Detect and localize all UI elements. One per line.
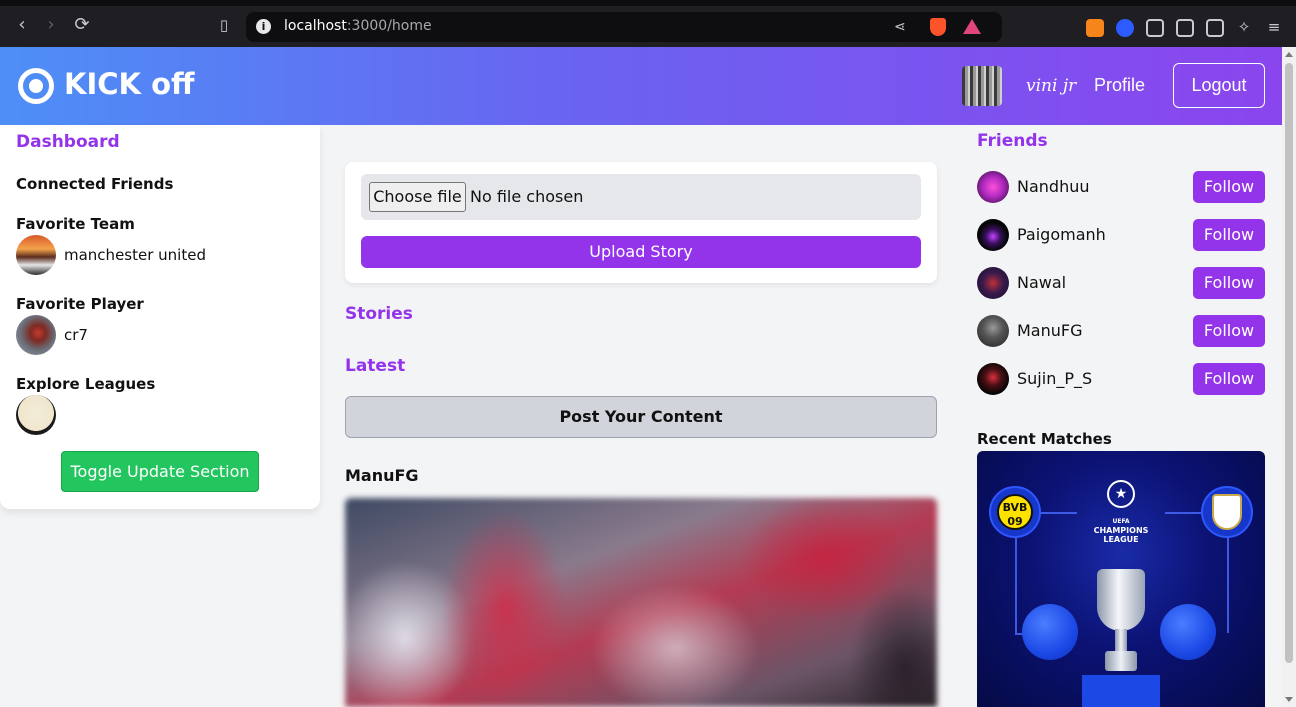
friend-name[interactable]: Sujin_P_S: [1017, 369, 1092, 388]
puzzle-icon[interactable]: [1146, 19, 1164, 37]
upload-story-button[interactable]: Upload Story: [361, 236, 921, 268]
latest-heading: Latest: [345, 356, 406, 376]
scroll-down-icon[interactable]: [1285, 697, 1293, 702]
file-input[interactable]: Choose file No file chosen: [361, 174, 921, 220]
brave-rewards-icon[interactable]: [963, 19, 981, 34]
league-icon[interactable]: [16, 395, 56, 435]
reload-icon[interactable]: ⟳: [72, 15, 92, 35]
address-bar[interactable]: i localhost:3000/home ⋖: [246, 12, 1002, 42]
upload-story-card: Choose file No file chosen Upload Story: [345, 162, 937, 283]
extension-icon[interactable]: [1116, 19, 1134, 37]
team-avatar: [16, 235, 56, 275]
real-madrid-crest-icon: [1212, 494, 1242, 530]
dortmund-badge-text: BVB 09: [997, 494, 1033, 530]
site-info-icon[interactable]: i: [256, 19, 271, 34]
friend-avatar[interactable]: [977, 363, 1009, 395]
friend-avatar[interactable]: [977, 315, 1009, 347]
friend-name[interactable]: ManuFG: [1017, 321, 1083, 340]
brand-title[interactable]: KICK off: [64, 67, 195, 101]
favorite-team-name[interactable]: manchester united: [64, 246, 206, 264]
follow-button[interactable]: Follow: [1193, 363, 1265, 395]
friend-avatar[interactable]: [977, 171, 1009, 203]
explore-leagues-heading: Explore Leagues: [16, 375, 156, 393]
friend-name[interactable]: Paigomanh: [1017, 225, 1106, 244]
favorite-player-heading: Favorite Player: [16, 295, 144, 313]
friend-row: Nandhuu Follow: [977, 171, 1265, 203]
ucl-starball-icon: ★: [1107, 480, 1135, 508]
choose-file-button[interactable]: Choose file: [369, 182, 466, 212]
app-header: KICK off vini jr Profile Logout: [0, 47, 1282, 125]
bracket-line: [1015, 538, 1017, 633]
trophy-stem: [1115, 629, 1127, 653]
ucl-wordmark: UEFA CHAMPIONS LEAGUE: [1082, 517, 1160, 544]
leo-icon[interactable]: ✧: [1234, 17, 1254, 37]
favorite-team-heading: Favorite Team: [16, 215, 135, 233]
browser-chrome: ‹ › ⟳ ▯ i localhost:3000/home ⋖ ✧ ≡: [0, 0, 1296, 47]
left-sidebar: Dashboard Connected Friends Favorite Tea…: [0, 125, 320, 509]
friend-row: Paigomanh Follow: [977, 219, 1265, 251]
ucl-small-text: UEFA: [1112, 518, 1130, 525]
back-icon[interactable]: ‹: [12, 15, 32, 35]
friend-name[interactable]: Nawal: [1017, 273, 1066, 292]
follow-button[interactable]: Follow: [1193, 267, 1265, 299]
share-icon[interactable]: ⋖: [894, 19, 906, 35]
no-file-text: No file chosen: [470, 187, 584, 206]
scroll-up-icon[interactable]: [1285, 52, 1293, 57]
follow-button[interactable]: Follow: [1193, 315, 1265, 347]
ball-icon: [1160, 604, 1216, 660]
dashboard-title: Dashboard: [16, 132, 120, 152]
url-text: localhost:3000/home: [284, 18, 432, 34]
url-path: :3000/home: [346, 18, 432, 34]
brave-shield-icon[interactable]: [930, 18, 946, 36]
friend-avatar[interactable]: [977, 267, 1009, 299]
username: vini jr: [1026, 76, 1077, 96]
post-content-button[interactable]: Post Your Content: [345, 396, 937, 438]
logo-icon[interactable]: [18, 68, 54, 104]
recent-matches-heading: Recent Matches: [977, 430, 1112, 448]
trophy-icon: [1091, 569, 1151, 679]
stories-heading: Stories: [345, 304, 413, 324]
page-scrollbar[interactable]: [1282, 47, 1296, 707]
friends-heading: Friends: [977, 131, 1048, 151]
friend-row: ManuFG Follow: [977, 315, 1265, 347]
favorite-player-name[interactable]: cr7: [64, 326, 88, 344]
follow-button[interactable]: Follow: [1193, 219, 1265, 251]
player-avatar: [16, 315, 56, 355]
bracket-line: [1165, 512, 1201, 514]
sidebar-icon[interactable]: [1176, 19, 1194, 37]
menu-icon[interactable]: ≡: [1264, 17, 1284, 37]
recent-match-card[interactable]: BVB 09 ★ UEFA CHAMPIONS LEAGUE: [977, 451, 1265, 707]
trophy-base: [1105, 651, 1137, 671]
logout-button[interactable]: Logout: [1173, 63, 1265, 108]
scrollbar-thumb[interactable]: [1285, 63, 1293, 663]
url-host: localhost: [284, 18, 347, 34]
ball-icon: [1022, 604, 1078, 660]
ucl-text: CHAMPIONS LEAGUE: [1093, 526, 1149, 544]
friend-row: Sujin_P_S Follow: [977, 363, 1265, 395]
real-madrid-badge-icon: [1201, 486, 1253, 538]
profile-link[interactable]: Profile: [1094, 75, 1145, 96]
friend-row: Nawal Follow: [977, 267, 1265, 299]
trophy-pedestal: [1082, 675, 1160, 707]
dortmund-badge-icon: BVB 09: [989, 486, 1041, 538]
friend-name[interactable]: Nandhuu: [1017, 177, 1090, 196]
bookmark-icon[interactable]: ▯: [214, 15, 234, 35]
friend-avatar[interactable]: [977, 219, 1009, 251]
connected-friends-heading: Connected Friends: [16, 175, 174, 193]
bracket-line: [1227, 538, 1229, 633]
toggle-update-button[interactable]: Toggle Update Section: [61, 451, 259, 492]
post-image[interactable]: [345, 498, 937, 707]
metamask-icon[interactable]: [1086, 19, 1104, 37]
user-avatar[interactable]: [962, 66, 1002, 106]
bracket-line: [1041, 512, 1077, 514]
forward-icon[interactable]: ›: [41, 15, 61, 35]
follow-button[interactable]: Follow: [1193, 171, 1265, 203]
wallet-icon[interactable]: [1206, 19, 1224, 37]
post-author[interactable]: ManuFG: [345, 466, 419, 485]
trophy-cup: [1097, 569, 1145, 631]
